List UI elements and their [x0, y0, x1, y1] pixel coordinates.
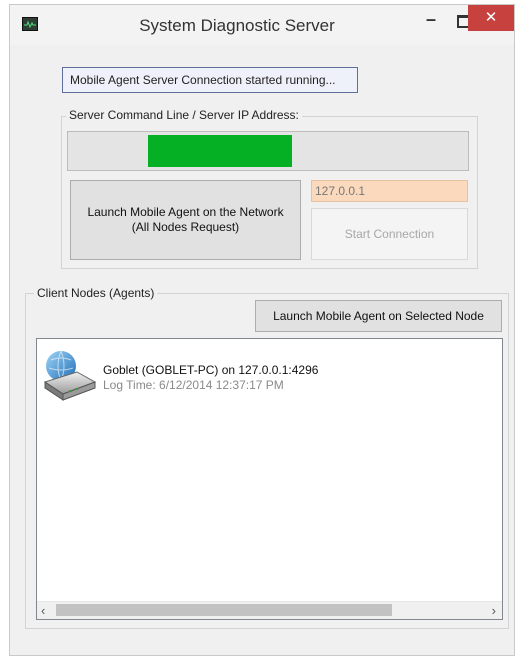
clients-group-label: Client Nodes (Agents)	[34, 286, 158, 300]
scroll-left-icon[interactable]: ‹	[41, 603, 45, 618]
status-message: Mobile Agent Server Connection started r…	[62, 67, 358, 93]
node-title: Goblet (GOBLET-PC) on 127.0.0.1:4296	[103, 363, 319, 377]
launch-all-line2: (All Nodes Request)	[131, 220, 240, 234]
server-progress-bar	[67, 131, 469, 171]
launch-selected-node-button[interactable]: Launch Mobile Agent on Selected Node	[255, 300, 502, 332]
scroll-right-icon[interactable]: ›	[492, 603, 496, 618]
scroll-thumb[interactable]	[56, 604, 392, 616]
network-server-icon	[41, 348, 97, 407]
client-nodes-list[interactable]: Goblet (GOBLET-PC) on 127.0.0.1:4296 Log…	[36, 338, 503, 620]
progress-fill	[148, 135, 292, 167]
launch-all-nodes-button[interactable]: Launch Mobile Agent on the Network (All …	[70, 180, 301, 260]
main-window: System Diagnostic Server – ✕ Mobile Agen…	[9, 4, 515, 656]
start-connection-button[interactable]: Start Connection	[311, 208, 468, 260]
close-button[interactable]: ✕	[468, 5, 514, 31]
minimize-button[interactable]: –	[416, 9, 446, 37]
window-title: System Diagnostic Server	[139, 16, 335, 35]
node-log-time: Log Time: 6/12/2014 12:37:17 PM	[103, 378, 284, 392]
title-bar[interactable]: System Diagnostic Server – ✕	[10, 5, 514, 45]
server-group-label: Server Command Line / Server IP Address:	[66, 108, 302, 122]
server-ip-input[interactable]: 127.0.0.1	[311, 180, 468, 202]
horizontal-scrollbar[interactable]: ‹ ›	[37, 601, 502, 619]
launch-all-line1: Launch Mobile Agent on the Network	[87, 205, 284, 219]
app-monitor-icon	[22, 17, 38, 31]
